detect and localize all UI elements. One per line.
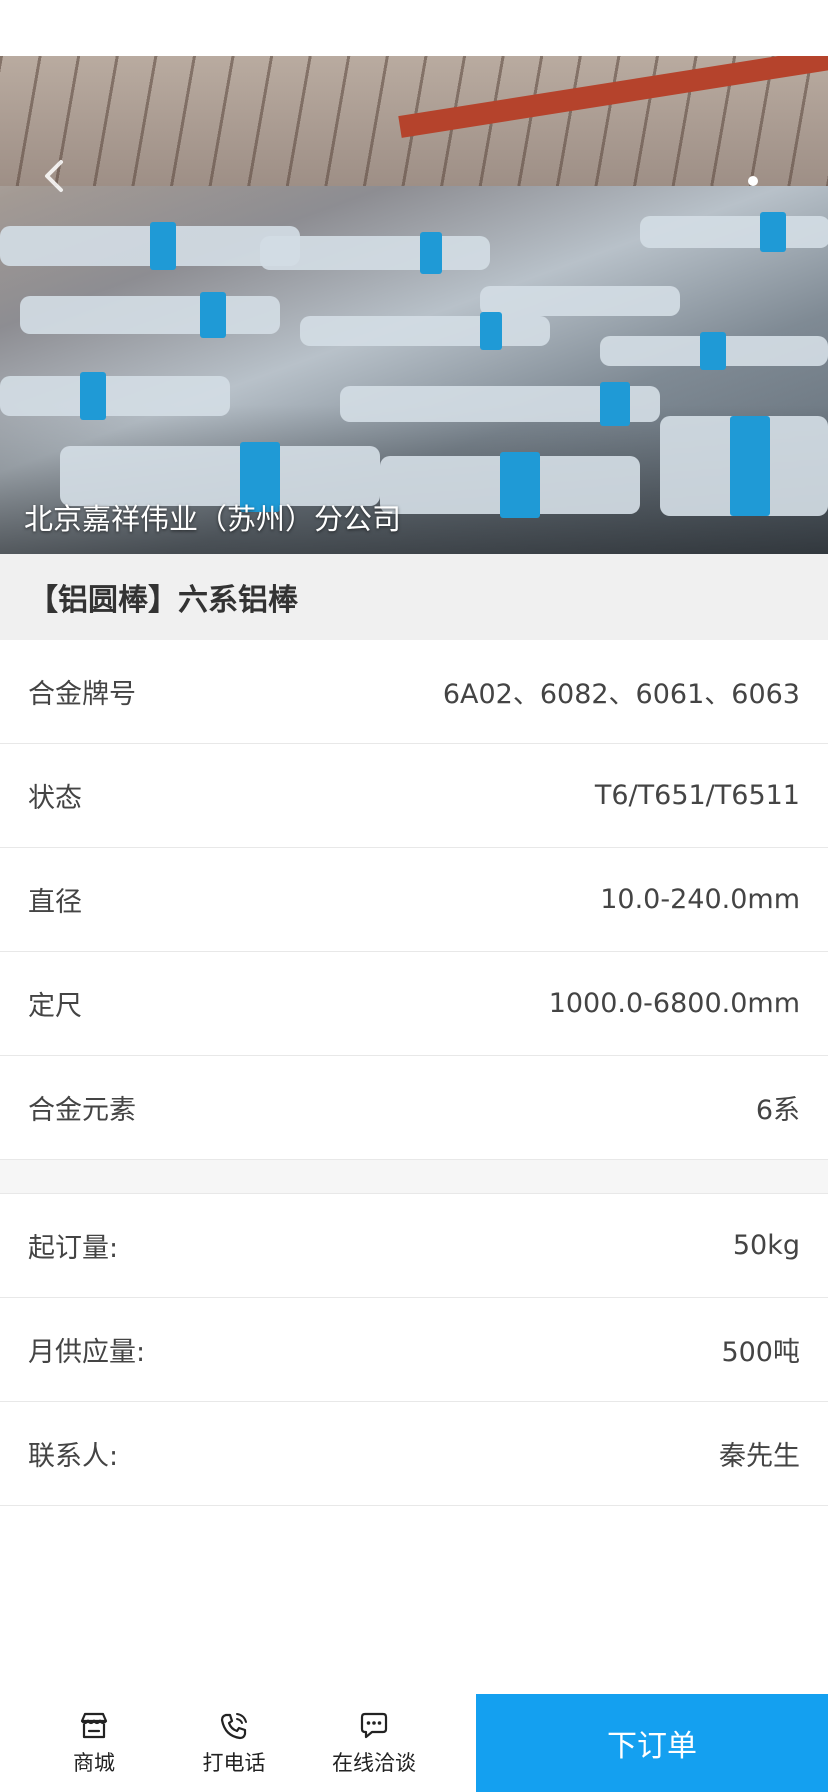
bottom-action-bar: 商城 打电话 在线洽谈 下订单 xyxy=(0,1694,828,1792)
strap xyxy=(600,382,630,426)
order-label: 起订量: xyxy=(28,1233,119,1264)
spec-label: 状态 xyxy=(28,783,82,814)
spec-label: 直径 xyxy=(28,887,82,918)
order-value: 秦先生 xyxy=(719,1441,800,1472)
nav-shop-label: 商城 xyxy=(73,1751,115,1775)
order-value: 50kg xyxy=(732,1230,800,1261)
nav-call-label: 打电话 xyxy=(202,1751,266,1775)
spec-row-alloy-element: 合金元素 6系 xyxy=(0,1056,828,1160)
rod xyxy=(640,216,828,248)
spec-row-alloy-grade: 合金牌号 6A02、6082、6061、6063 xyxy=(0,640,828,744)
rod xyxy=(260,236,490,270)
order-label: 联系人: xyxy=(28,1441,119,1472)
phone-icon xyxy=(220,1713,247,1740)
order-label: 月供应量: xyxy=(28,1337,146,1368)
order-row-monthly-supply: 月供应量: 500吨 xyxy=(0,1298,828,1402)
spec-value: 1000.0-6800.0mm xyxy=(548,988,800,1019)
carousel-indicator xyxy=(748,176,758,186)
rod xyxy=(480,286,680,316)
nav-call-button[interactable]: 打电话 xyxy=(164,1694,304,1792)
order-row-contact: 联系人: 秦先生 xyxy=(0,1402,828,1506)
spec-label: 合金牌号 xyxy=(28,679,136,710)
rod xyxy=(20,296,280,334)
shop-icon xyxy=(80,1712,108,1739)
spec-label: 定尺 xyxy=(28,991,82,1022)
order-info-list: 起订量: 50kg 月供应量: 500吨 联系人: 秦先生 xyxy=(0,1194,828,1506)
spec-value: T6/T651/T6511 xyxy=(594,780,800,811)
strap xyxy=(760,212,786,252)
spec-value: 6A02、6082、6061、6063 xyxy=(442,679,800,710)
spec-value: 10.0-240.0mm xyxy=(600,884,800,915)
order-row-min-quantity: 起订量: 50kg xyxy=(0,1194,828,1298)
strap xyxy=(420,232,442,274)
product-image-carousel[interactable]: 北京嘉祥伟业（苏州）分公司 xyxy=(0,56,828,554)
company-name: 北京嘉祥伟业（苏州）分公司 xyxy=(24,502,402,536)
section-divider xyxy=(0,1160,828,1194)
order-value: 500吨 xyxy=(721,1337,800,1368)
status-bar xyxy=(0,0,828,56)
back-arrow-icon[interactable] xyxy=(34,156,74,196)
spec-value: 6系 xyxy=(755,1095,800,1126)
strap xyxy=(480,312,502,350)
spec-row-length: 定尺 1000.0-6800.0mm xyxy=(0,952,828,1056)
strap xyxy=(150,222,176,270)
spec-row-temper: 状态 T6/T651/T6511 xyxy=(0,744,828,848)
strap xyxy=(200,292,226,338)
rod xyxy=(300,316,550,346)
spec-row-diameter: 直径 10.0-240.0mm xyxy=(0,848,828,952)
carousel-dot xyxy=(748,176,758,186)
chat-icon xyxy=(360,1712,388,1739)
spec-label: 合金元素 xyxy=(28,1095,136,1126)
place-order-button[interactable]: 下订单 xyxy=(476,1694,828,1792)
strap xyxy=(500,452,540,518)
spec-list: 合金牌号 6A02、6082、6061、6063 状态 T6/T651/T651… xyxy=(0,640,828,1160)
product-title: 【铝圆棒】六系铝棒 xyxy=(0,554,828,640)
nav-shop-button[interactable]: 商城 xyxy=(24,1694,164,1792)
nav-chat-label: 在线洽谈 xyxy=(332,1751,416,1775)
strap xyxy=(730,416,770,516)
strap xyxy=(80,372,106,420)
strap xyxy=(700,332,726,370)
rod xyxy=(0,376,230,416)
nav-chat-button[interactable]: 在线洽谈 xyxy=(304,1694,444,1792)
